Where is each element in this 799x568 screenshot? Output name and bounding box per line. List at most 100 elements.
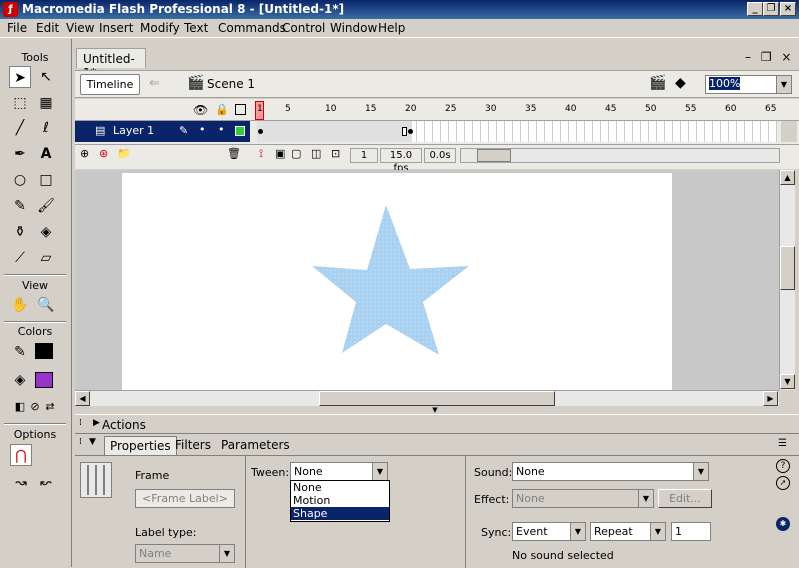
frame-ruler[interactable]: 1 5 10 15 20 25 30 35 40 45 50 55 60 65 [257,104,777,118]
insert-folder-icon[interactable]: 📁 [117,147,131,160]
fill-color-swatch[interactable] [35,372,53,388]
timeline-hscroll-thumb[interactable] [477,149,511,162]
layer-outline-color[interactable] [235,126,245,136]
scroll-up-icon[interactable]: ▲ [780,170,795,185]
eye-icon[interactable]: 👁 [193,103,208,117]
menu-help[interactable]: Help [378,21,405,35]
stage-vscroll[interactable]: ▲ ▼ [779,170,795,390]
doc-restore-icon[interactable]: ❐ [761,50,772,64]
edit-scene-icon[interactable]: 🎬 [649,75,666,91]
hand-tool-icon[interactable]: ✋ [9,294,31,316]
timeline-vscroll[interactable] [781,121,797,142]
add-guide-layer-icon[interactable]: ⊛ [99,147,108,160]
paint-bucket-tool-icon[interactable]: ◈ [35,221,57,243]
keyframe-20[interactable] [408,129,413,134]
line-tool-icon[interactable]: ╱ [9,117,31,139]
smooth-icon[interactable]: ↝ [10,472,32,494]
eraser-tool-icon[interactable]: ▱ [35,247,57,269]
tween-option-none[interactable]: None [291,481,389,494]
chevron-down-icon[interactable]: ▼ [650,523,665,540]
insert-layer-icon[interactable]: ⊕ [80,147,89,160]
accessibility-icon[interactable]: ➚ [776,476,790,490]
chevron-down-icon[interactable]: ▼ [776,76,791,93]
minimize-icon[interactable]: _ [747,2,763,16]
layer-visibility-dot[interactable]: • [199,123,206,136]
menu-control[interactable]: Control [282,21,325,35]
stroke-color-swatch[interactable] [35,343,53,359]
rectangle-tool-icon[interactable]: □ [35,169,57,191]
center-frame-icon[interactable]: ⟟ [259,147,263,161]
tween-option-motion[interactable]: Motion [291,494,389,507]
snap-magnet-icon[interactable]: ⋂ [10,444,32,466]
pen-tool-icon[interactable]: ✒ [9,143,31,165]
tab-parameters[interactable]: Parameters [221,438,290,452]
timeline-hscroll[interactable] [460,148,780,163]
onion-skin-icon[interactable]: ▣ [275,147,285,160]
stage-hscroll[interactable]: ◀ ▶ [75,390,779,406]
close-icon[interactable]: × [780,2,796,16]
edit-button[interactable]: Edit... [658,489,712,508]
stage-vscroll-thumb[interactable] [780,246,795,290]
zoom-tool-icon[interactable]: 🔍 [35,294,57,316]
menu-insert[interactable]: Insert [99,21,133,35]
sound-select[interactable]: None ▼ [512,462,709,481]
star-shape[interactable] [312,205,469,355]
outline-icon[interactable] [235,104,246,115]
menu-modify[interactable]: Modify [140,21,180,35]
chevron-down-icon[interactable]: ▼ [638,490,653,507]
stage-area[interactable] [75,170,779,390]
doc-close-icon[interactable]: × [781,50,791,64]
panel-options-icon[interactable]: ☰ [778,438,787,449]
panel-gripper-icon[interactable]: ⁞ [79,437,82,447]
layer-lock-dot[interactable]: • [218,123,225,136]
layer-1-selected[interactable]: ▤ Layer 1 ✎ • • [75,121,250,142]
menu-edit[interactable]: Edit [36,21,59,35]
free-transform-tool-icon[interactable]: ⬚ [9,92,31,114]
tab-properties[interactable]: Properties [104,436,177,455]
subselection-tool-icon[interactable]: ↖ [35,66,57,88]
fill-transform-tool-icon[interactable]: ▦ [35,92,57,114]
oval-tool-icon[interactable]: ○ [9,169,31,191]
expand-properties-icon[interactable]: ✱ [776,517,790,531]
onion-outline-icon[interactable]: ▢ [291,147,301,160]
menu-window[interactable]: Window [330,21,377,35]
zoom-select[interactable]: 100% ▼ [705,75,792,94]
brush-tool-icon[interactable]: 🖌 [35,195,57,217]
lock-icon[interactable]: 🔒 [215,103,229,116]
ink-bottle-tool-icon[interactable]: ⚱ [9,221,31,243]
modify-markers-icon[interactable]: ⊡ [331,147,340,160]
collapse-arrow-icon[interactable]: ▼ [89,437,96,447]
end-frame-marker[interactable] [402,127,407,136]
help-icon[interactable]: ? [776,459,790,473]
scroll-down-icon[interactable]: ▼ [780,374,795,389]
chevron-down-icon[interactable]: ▼ [693,463,708,480]
doc-minimize-icon[interactable]: – [745,50,751,64]
collapse-panels-icon[interactable]: ▼ [425,406,445,414]
lasso-tool-icon[interactable]: ℓ [35,117,57,139]
scroll-left-icon[interactable]: ◀ [75,391,90,406]
edit-symbols-icon[interactable]: ◆ [675,75,686,91]
chevron-down-icon[interactable]: ▼ [219,545,234,562]
tab-filters[interactable]: Filters [175,438,211,452]
effect-select[interactable]: None ▼ [512,489,654,508]
tween-select[interactable]: None ▼ [290,462,388,481]
document-tab[interactable]: Untitled-1* [76,48,146,80]
keyframe-1[interactable] [258,129,263,134]
menu-text[interactable]: Text [184,21,208,35]
frame-label-input[interactable]: <Frame Label> [135,489,235,508]
edit-multiple-frames-icon[interactable]: ◫ [311,147,321,160]
frame-grid[interactable] [257,121,777,142]
menu-view[interactable]: View [66,21,94,35]
back-arrow-icon[interactable]: ⇐ [149,76,160,91]
frame-rate[interactable]: 15.0 fps [380,148,422,174]
delete-layer-icon[interactable]: 🗑 [227,147,241,160]
tween-option-shape[interactable]: Shape [291,507,389,520]
tween-dropdown-list[interactable]: None Motion Shape [290,480,390,522]
menu-file[interactable]: File [7,21,27,35]
repeat-count-input[interactable]: 1 [671,522,711,541]
chevron-down-icon[interactable]: ▼ [372,463,387,480]
actions-panel-header[interactable]: ⁞ ▶ Actions [75,414,799,434]
eyedropper-tool-icon[interactable]: ⟋ [9,247,31,269]
pencil-tool-icon[interactable]: ✎ [9,195,31,217]
stage[interactable] [122,173,672,390]
